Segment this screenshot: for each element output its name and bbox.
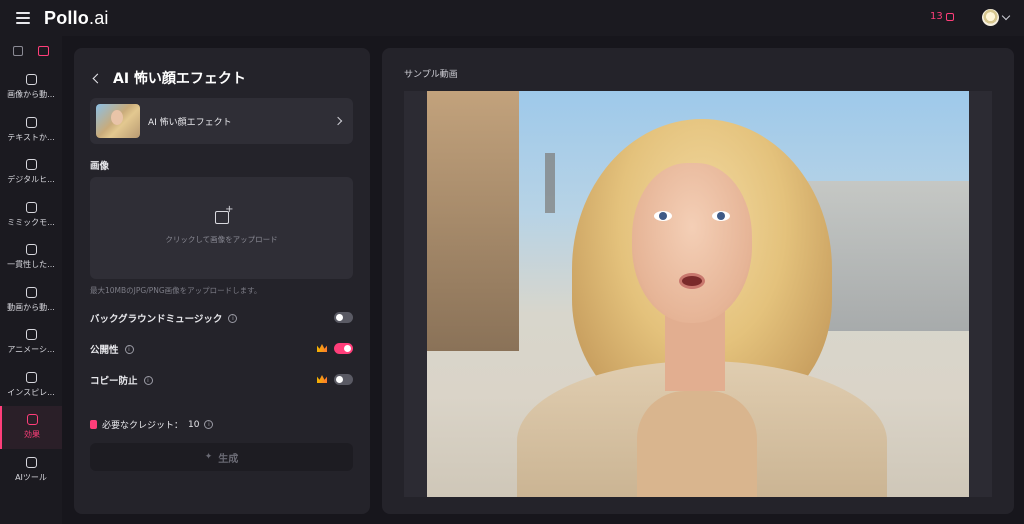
sidebar-item-text-to-video[interactable]: テキストか... (0, 109, 62, 152)
sidebar-item-effects[interactable]: 効果 (0, 406, 62, 449)
video-stage (404, 91, 992, 497)
option-background-music: バックグラウンドミュージック i (90, 310, 353, 326)
option-visibility: 公開性 i (90, 341, 353, 357)
sidebar-item-label: インスピレ... (7, 387, 55, 397)
avatar[interactable] (982, 9, 999, 26)
required-credits: 必要なクレジット： 10 i (90, 418, 214, 431)
hamburger-icon[interactable] (16, 12, 30, 24)
info-icon[interactable]: i (124, 344, 134, 354)
sidebar-item-mimic-motion[interactable]: ミミックモ... (0, 194, 62, 237)
sidebar-item-animation[interactable]: アニメーシ... (0, 321, 62, 364)
sample-video[interactable] (427, 91, 969, 497)
sidebar-item-consistent-character[interactable]: 一貫性した... (0, 236, 62, 279)
preview-panel: サンプル動画 (382, 48, 1014, 514)
sidebar-item-label: 動画から動... (7, 302, 55, 312)
effect-selector[interactable]: AI 怖い顔エフェクト (90, 98, 353, 144)
ai-tools-icon (25, 456, 37, 468)
visibility-toggle[interactable] (334, 343, 353, 354)
inspiration-icon (25, 371, 37, 383)
image-mode-icon[interactable] (13, 46, 24, 56)
add-image-icon (214, 204, 234, 224)
sidebar-item-video-to-video[interactable]: 動画から動... (0, 279, 62, 322)
back-arrow-icon[interactable] (92, 73, 103, 83)
sidebar: 画像から動... テキストか... デジタルヒ... ミミックモ... 一貫性した...… (0, 36, 62, 524)
page-title: AI 怖い顔エフェクト (113, 71, 246, 87)
consistent-character-icon (25, 244, 37, 256)
generate-button[interactable]: ✦ 生成 (90, 443, 353, 471)
upload-hint: 最大10MBのJPG/PNG画像をアップロードします。 (90, 286, 262, 295)
effect-name: AI 怖い顔エフェクト (148, 117, 232, 128)
video-mode-icon[interactable] (37, 46, 49, 56)
sidebar-item-digital-human[interactable]: デジタルヒ... (0, 151, 62, 194)
option-copy-protection: コピー防止 i (90, 372, 353, 388)
effect-thumbnail (96, 104, 140, 138)
sidebar-item-label: テキストか... (7, 132, 55, 142)
animation-icon (25, 329, 37, 341)
sidebar-item-label: ミミックモ... (7, 217, 55, 227)
chevron-down-icon[interactable] (1001, 11, 1011, 21)
sidebar-item-image-to-video[interactable]: 画像から動... (0, 66, 62, 109)
sidebar-item-label: 画像から動... (7, 90, 55, 100)
settings-panel: AI 怖い顔エフェクト AI 怖い顔エフェクト 画像 クリックして画像をアップロ… (74, 48, 370, 514)
sparkle-icon: ✦ (204, 452, 213, 462)
effects-icon (26, 414, 38, 426)
coin-icon (945, 12, 954, 21)
sidebar-item-label: 効果 (24, 430, 40, 440)
sample-video-label: サンプル動画 (404, 70, 458, 80)
mimic-motion-icon (25, 201, 37, 213)
image-upload-area[interactable]: クリックして画像をアップロード (90, 177, 353, 279)
coin-icon (90, 420, 97, 429)
chevron-right-icon (333, 116, 343, 126)
background-music-toggle[interactable] (334, 312, 353, 323)
sidebar-item-label: 一貫性した... (7, 260, 55, 270)
sidebar-item-label: デジタルヒ... (7, 175, 55, 185)
sidebar-item-label: AIツール (15, 472, 47, 482)
top-bar: Pollo.ai 13 (0, 0, 1024, 36)
credits-count: 13 (930, 11, 943, 22)
copy-protection-toggle[interactable] (334, 374, 353, 385)
image-to-video-icon (25, 74, 37, 86)
text-to-video-icon (25, 116, 37, 128)
logo[interactable]: Pollo.ai (44, 8, 109, 29)
info-icon[interactable]: i (228, 313, 238, 323)
sidebar-item-inspiration[interactable]: インスピレ... (0, 364, 62, 407)
crown-icon (317, 344, 327, 352)
credit-value: 10 (188, 419, 200, 430)
info-icon[interactable]: i (204, 420, 214, 429)
sidebar-mode-switch (0, 36, 62, 66)
upload-text: クリックして画像をアップロード (165, 235, 278, 244)
sidebar-item-ai-tools[interactable]: AIツール (0, 449, 62, 492)
video-to-video-icon (25, 286, 37, 298)
sidebar-item-label: アニメーシ... (7, 345, 55, 355)
image-section-label: 画像 (90, 161, 110, 172)
crown-icon (317, 375, 327, 383)
info-icon[interactable]: i (143, 375, 153, 385)
credits-badge[interactable]: 13 (930, 11, 954, 22)
digital-human-icon (25, 159, 37, 171)
